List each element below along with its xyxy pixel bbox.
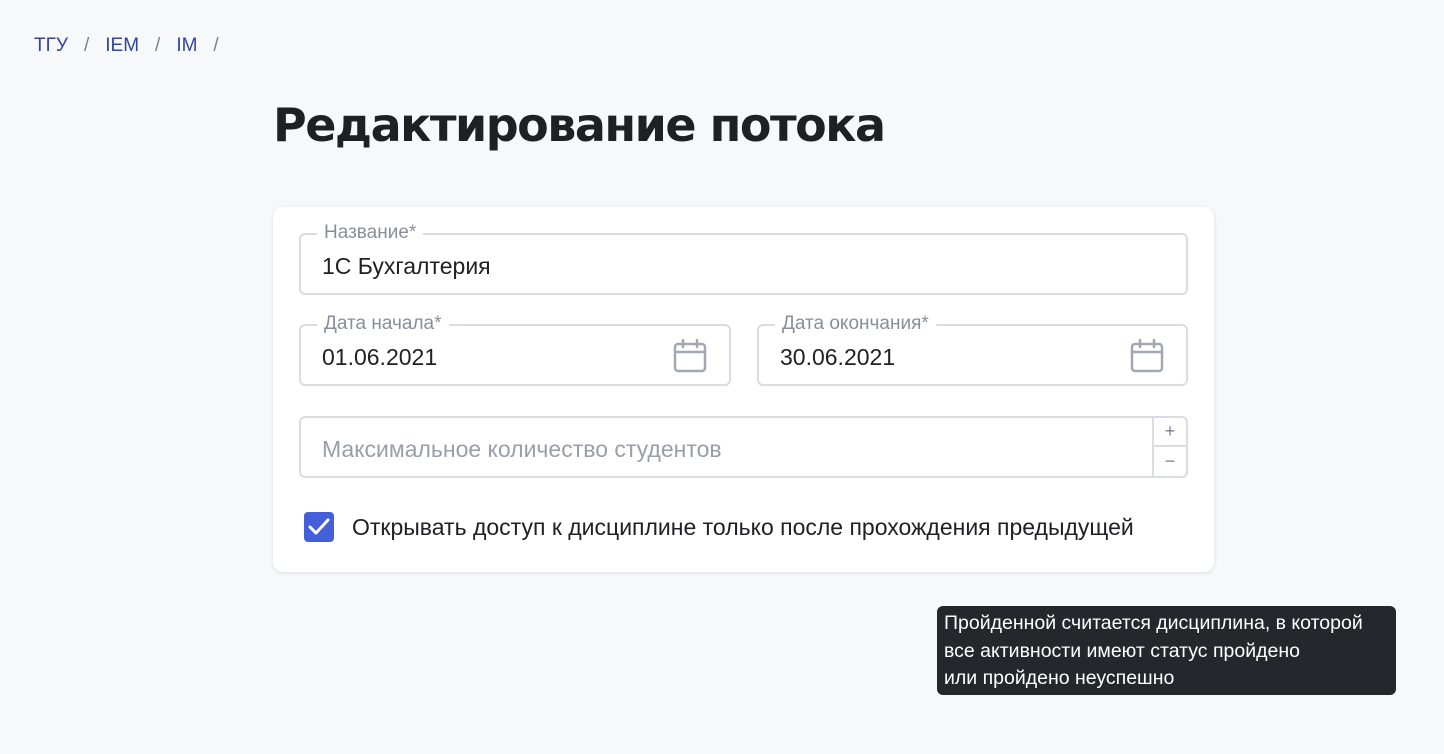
checkmark-icon: [308, 518, 330, 535]
breadcrumb-separator: /: [213, 35, 219, 56]
sequential-access-checkbox[interactable]: [304, 512, 334, 542]
sequential-access-label[interactable]: Открывать доступ к дисциплине только пос…: [352, 514, 1134, 541]
quantity-stepper: + −: [1152, 418, 1186, 476]
breadcrumb-separator: /: [155, 35, 161, 56]
end-date-field[interactable]: Дата окончания* 30.06.2021: [757, 314, 1188, 386]
breadcrumb: ТГУ / IEM / IM /: [34, 35, 235, 57]
decrement-button[interactable]: −: [1154, 447, 1186, 476]
tooltip-line: Пройденной считается дисциплина, в котор…: [944, 612, 1363, 634]
name-field-value[interactable]: 1С Бухгалтерия: [322, 253, 491, 279]
name-field[interactable]: Название* 1С Бухгалтерия: [299, 223, 1188, 295]
start-date-label: Дата начала*: [317, 314, 449, 334]
tooltip-line: все активности имеют статус пройдено: [944, 639, 1300, 662]
max-students-field[interactable]: Максимальное количество студентов + −: [299, 416, 1188, 478]
stream-edit-form: Название* 1С Бухгалтерия Дата начала* 01…: [273, 207, 1214, 572]
increment-button[interactable]: +: [1154, 418, 1186, 447]
breadcrumb-item-iem[interactable]: IEM: [105, 35, 139, 57]
sequential-access-row: Открывать доступ к дисциплине только пос…: [304, 512, 1134, 542]
start-date-value[interactable]: 01.06.2021: [322, 344, 437, 370]
calendar-icon[interactable]: [1130, 339, 1164, 373]
end-date-label: Дата окончания*: [775, 314, 936, 334]
start-date-field[interactable]: Дата начала* 01.06.2021: [299, 314, 731, 386]
name-field-label: Название*: [317, 223, 424, 243]
breadcrumb-item-tgu[interactable]: ТГУ: [34, 35, 68, 57]
calendar-icon[interactable]: [673, 339, 707, 373]
page-title: Редактирование потока: [273, 98, 886, 152]
tooltip-line: или пройдено неуспешно: [944, 667, 1175, 689]
max-students-placeholder[interactable]: Максимальное количество студентов: [322, 436, 722, 462]
breadcrumb-item-im[interactable]: IM: [176, 35, 197, 57]
breadcrumb-separator: /: [83, 35, 90, 56]
tooltip: Пройденной считается дисциплина, в котор…: [937, 606, 1396, 695]
end-date-value[interactable]: 30.06.2021: [780, 344, 895, 370]
